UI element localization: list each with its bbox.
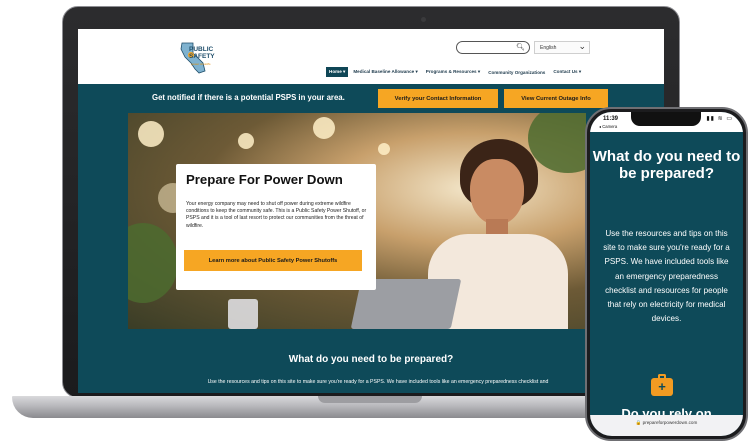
laptop-camera <box>421 17 426 22</box>
language-selected: English <box>540 45 557 51</box>
section-title: What do you need to be prepared? <box>288 354 454 365</box>
hero-title: Prepare For Power Down <box>186 172 343 187</box>
medical-cross-icon: + <box>658 379 666 394</box>
logo-text: PUBLIC SAFETY <box>189 46 215 60</box>
status-time: 11:39 <box>603 116 619 122</box>
signal-wifi-battery-icon: ▮▮ ≋ ▭ <box>706 116 733 122</box>
background-foliage <box>128 223 178 303</box>
laptop-notch <box>318 396 422 403</box>
bokeh-light <box>138 121 164 147</box>
woman-face <box>470 159 524 225</box>
nav-item-home[interactable]: Home ▾ <box>326 67 349 77</box>
nav-item-medical-baseline[interactable]: Medical Baseline Allowance ▾ <box>350 67 420 77</box>
learn-more-button[interactable]: Learn more about Public Safety Power Shu… <box>184 250 362 271</box>
url-text: 🔒 prepareforpowerdown.com <box>635 420 698 425</box>
bokeh-light <box>313 117 335 139</box>
site-header: PUBLIC SAFETY power shutoffs 🔍︎ English … <box>78 29 664 84</box>
browser-url-bar[interactable]: 🔒 prepareforpowerdown.com <box>590 415 743 436</box>
laptop-screen: PUBLIC SAFETY power shutoffs 🔍︎ English … <box>78 29 664 393</box>
phone-screen: 11:39 ◂ Camera ▮▮ ≋ ▭ What do you need t… <box>590 112 743 436</box>
phone-section-title: What do you need to be prepared? <box>592 148 741 182</box>
chevron-down-icon: ⌄ <box>578 41 586 51</box>
section-body: Use the resources and tips on this site … <box>207 379 549 385</box>
verify-contact-button[interactable]: Verify your Contact Information <box>378 89 498 108</box>
logo-line-1: PUBLIC <box>189 46 214 53</box>
nav-item-contact[interactable]: Contact Us ▾ <box>550 67 584 77</box>
notification-bar: Get notified if there is a potential PSP… <box>78 84 664 113</box>
phone-status-bar: 11:39 ◂ Camera ▮▮ ≋ ▭ <box>590 112 743 132</box>
nav-item-community[interactable]: Community Organizations <box>485 68 548 77</box>
logo-line-2: SAFETY <box>189 53 215 60</box>
photo-glass <box>228 299 258 329</box>
notification-text: Get notified if there is a potential PSP… <box>152 93 345 102</box>
main-nav: Home ▾ Medical Baseline Allowance ▾ Prog… <box>326 67 586 77</box>
back-to-camera-link[interactable]: ◂ Camera <box>599 124 617 129</box>
search-input[interactable]: 🔍︎ <box>456 41 530 54</box>
bokeh-light <box>238 133 254 149</box>
view-outage-button[interactable]: View Current Outage Info <box>504 89 608 108</box>
bokeh-light <box>378 143 390 155</box>
search-icon[interactable]: 🔍︎ <box>516 43 525 51</box>
phone-notch <box>631 112 701 126</box>
logo-tagline: power shutoffs <box>191 62 211 66</box>
language-select[interactable]: English ⌄ <box>534 41 590 54</box>
phone-section-body: Use the resources and tips on this site … <box>603 229 730 324</box>
hero-body: Your energy company may need to shut off… <box>186 201 367 229</box>
nav-item-programs[interactable]: Programs & Resources ▾ <box>423 67 483 77</box>
